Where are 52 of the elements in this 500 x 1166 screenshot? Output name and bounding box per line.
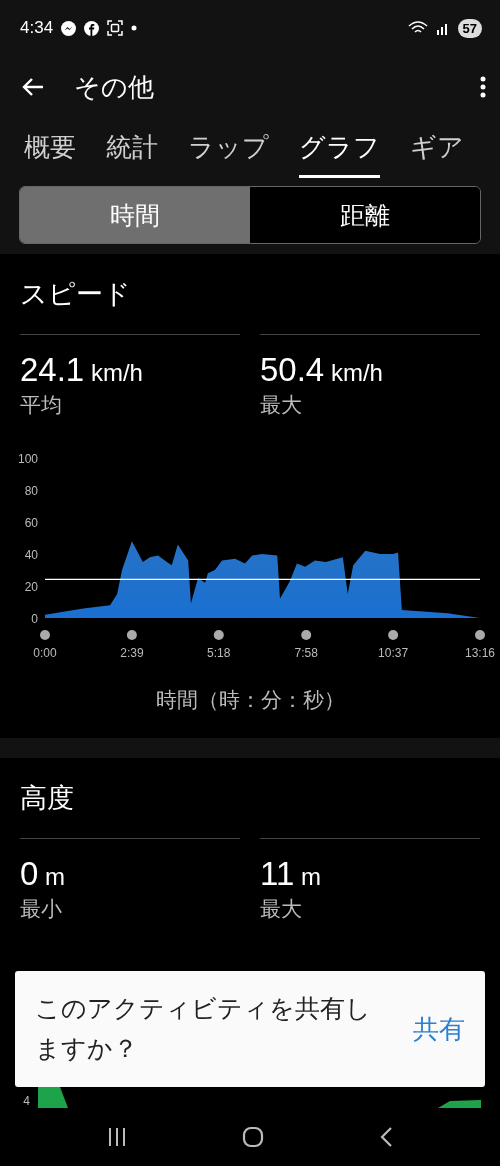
home-icon[interactable] — [242, 1126, 264, 1148]
tab[interactable]: ラップ — [188, 126, 269, 178]
stat-label: 最大 — [260, 896, 303, 923]
tab[interactable]: 統計 — [106, 126, 158, 178]
y-tick-label: 100 — [17, 452, 38, 466]
x-tick-dot — [40, 630, 50, 640]
screenshot-icon — [107, 20, 124, 36]
x-tick-label: 2:39 — [120, 646, 144, 660]
y-tick-label: 80 — [24, 484, 38, 498]
stat-label: 最大 — [260, 392, 303, 419]
messenger-icon — [61, 20, 77, 36]
section-title: 高度 — [20, 781, 75, 815]
y-tick-label: 20 — [24, 580, 38, 594]
tab[interactable]: 概要 — [24, 126, 76, 178]
x-tick-dot — [301, 630, 312, 640]
toast-message: このアクティビティを共有しますか？ — [35, 993, 372, 1065]
stat-label: 平均 — [20, 392, 63, 419]
segment-button[interactable]: 時間 — [20, 187, 250, 243]
y-tick-label: 0 — [31, 612, 38, 626]
x-tick-dot — [213, 630, 224, 640]
x-tick-dot — [475, 630, 485, 640]
x-tick-label: 7:58 — [294, 646, 318, 660]
stat-value: 50.4 km/h — [260, 351, 384, 389]
x-tick-label: 5:18 — [207, 646, 231, 660]
recent-apps-icon[interactable] — [107, 1128, 128, 1146]
stat-label: 最小 — [20, 896, 63, 923]
screen-title: その他 — [74, 70, 154, 104]
more-menu-icon[interactable] — [480, 76, 486, 98]
stat-value: 0 m — [20, 855, 67, 893]
battery-level: 57 — [457, 18, 482, 38]
x-tick-label: 10:37 — [378, 646, 409, 660]
section-title: スピード — [20, 277, 132, 311]
tab[interactable]: グラフ — [299, 126, 380, 178]
dot-icon — [131, 25, 138, 31]
y-tick-label: 60 — [24, 516, 38, 530]
share-button[interactable]: 共有 — [413, 1011, 465, 1047]
tab[interactable]: ギア — [410, 126, 464, 178]
y-tick-label: 4 — [23, 1094, 30, 1108]
facebook-icon — [84, 20, 100, 36]
x-tick-dot — [388, 630, 399, 640]
signal-icon — [435, 21, 450, 35]
x-tick-dot — [126, 630, 137, 640]
stat-value: 11 m — [260, 855, 322, 893]
y-tick-label: 40 — [24, 548, 38, 562]
x-tick-label: 0:00 — [33, 646, 57, 660]
axis-title: 時間（時：分：秒） — [155, 687, 345, 714]
status-time: 4:34 — [20, 18, 54, 38]
x-tick-label: 13:16 — [465, 646, 495, 660]
back-arrow-icon[interactable] — [22, 77, 44, 97]
back-icon[interactable] — [378, 1126, 393, 1148]
segment-button[interactable]: 距離 — [250, 187, 480, 243]
stat-value: 24.1 km/h — [20, 351, 144, 389]
